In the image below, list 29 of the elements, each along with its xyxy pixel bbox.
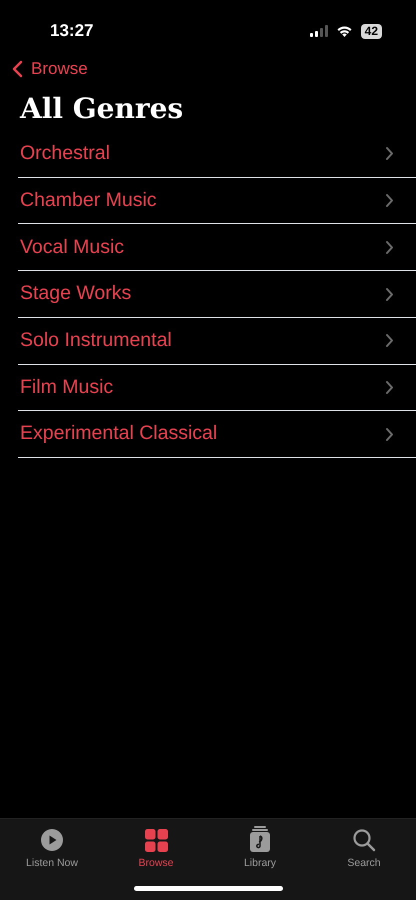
chevron-right-icon	[385, 380, 394, 395]
clock: 13:27	[50, 20, 94, 42]
music-library-icon	[250, 826, 270, 852]
chevron-right-icon	[385, 240, 394, 255]
genre-item[interactable]: Stage Works	[18, 271, 416, 318]
play-icon	[40, 828, 64, 852]
search-icon	[352, 828, 376, 852]
chevron-left-icon	[12, 60, 23, 78]
tab-button[interactable]: Search	[312, 825, 416, 872]
genre-item[interactable]: Vocal Music	[18, 224, 416, 272]
genre-item[interactable]: Chamber Music	[18, 178, 416, 224]
tab-button[interactable]: Listen Now	[0, 825, 104, 872]
chevron-right-icon	[385, 193, 394, 208]
tab-button[interactable]: Browse	[104, 825, 208, 872]
grid-icon	[144, 829, 168, 852]
chevron-right-icon	[385, 146, 394, 162]
chevron-right-icon	[385, 333, 394, 348]
signal-icon	[310, 25, 328, 37]
genre-item[interactable]: Film Music	[18, 364, 416, 412]
genre-item[interactable]: Experimental Classical	[18, 411, 416, 458]
tab-button[interactable]: Library	[208, 825, 312, 872]
genre-item[interactable]: Orchestral	[18, 131, 416, 178]
wifi-icon	[336, 25, 353, 37]
chevron-right-icon	[385, 286, 394, 302]
genre-item[interactable]: Solo Instrumental	[18, 318, 416, 365]
back-button[interactable]: Browse	[0, 50, 100, 88]
chevron-right-icon	[385, 426, 394, 442]
battery-level: 42	[360, 24, 382, 38]
page-title: All Genres	[20, 92, 184, 126]
